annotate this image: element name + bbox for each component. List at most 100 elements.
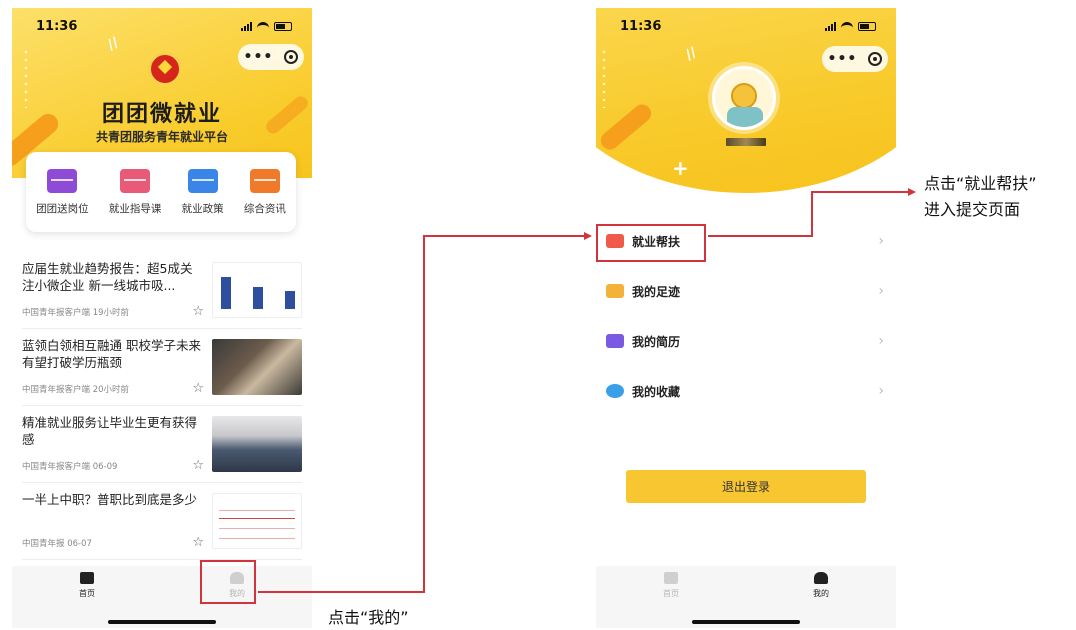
quick-link-courses[interactable]: 就业指导课 [108,168,162,216]
quick-link-news[interactable]: 综合资讯 [243,168,286,216]
favorite-star-icon [606,384,624,398]
youth-league-emblem-icon [148,52,182,86]
news-meta: 中国青年报 06-07 ☆ [22,536,204,549]
briefcase-icon [47,168,78,193]
quick-link-label: 就业指导课 [108,202,162,215]
menu-item-resume[interactable]: 我的简历 › [596,316,896,366]
thumb-bar [285,291,295,309]
thumb-bar [253,287,263,309]
menu-item-employment-help[interactable]: 就业帮扶 › [596,216,896,266]
avatar-body [727,107,763,127]
decor-dots [600,48,608,108]
close-miniprogram-icon[interactable] [284,50,299,64]
status-bar: 11:36 [12,8,312,44]
quick-links-card: 团团送岗位 就业指导课 就业政策 综合资讯 [26,152,296,232]
news-text: 精准就业服务让毕业生更有获得感 中国青年报客户端 06-09 ☆ [22,414,204,482]
news-title: 蓝领白领相互融通 职校学子未来有望打破学历瓶颈 [22,338,201,370]
news-thumbnail-table [212,493,302,549]
battery-icon [274,21,292,31]
menu-label: 我的简历 [632,334,681,349]
news-text: 一半上中职？普职比到底是多少 中国青年报 06-07 ☆ [22,491,204,559]
favorite-star-icon[interactable]: ☆ [192,382,204,395]
news-item[interactable]: 一半上中职？普职比到底是多少 中国青年报 06-07 ☆ [22,483,302,560]
chevron-right-icon: › [878,283,884,299]
quick-link-label: 团团送岗位 [36,202,89,215]
annotation-enter-submit: 进入提交页面 [924,200,1021,219]
home-screen: // 团团微就业 共青团服务青年就业平台 11:36 ••• 团团送岗位 就业指… [12,8,312,628]
profile-menu: 就业帮扶 › 我的足迹 › 我的简历 › 我的收藏 › [596,216,896,416]
home-briefcase-icon [80,572,94,584]
news-text: 蓝领白领相互融通 职校学子未来有望打破学历瓶颈 中国青年报客户端 20小时前 ☆ [22,337,204,405]
book-icon [120,168,151,193]
footprint-icon [606,284,624,298]
thumb-line [219,538,295,539]
home-briefcase-icon [664,572,678,584]
wifi-icon [841,21,853,31]
thumb-bar [221,277,231,309]
chevron-right-icon: › [878,383,884,399]
battery-icon [858,21,876,31]
quick-link-policy[interactable]: 就业政策 [181,168,224,216]
decor-plus-icon: + [672,156,689,180]
tutorial-stage: // 团团微就业 共青团服务青年就业平台 11:36 ••• 团团送岗位 就业指… [0,0,1076,630]
decor-slash: // [682,44,700,64]
tab-bar: 首页 我的 [12,566,312,628]
news-source: 中国青年报 06-07 [22,538,92,549]
tab-label: 首页 [79,589,95,598]
miniprogram-capsule: ••• [822,46,888,72]
annotation-click-me: 点击“我的” [328,608,409,627]
favorite-star-icon[interactable]: ☆ [192,536,204,549]
status-time: 11:36 [620,18,662,34]
news-source: 中国青年报客户端 20小时前 [22,384,130,395]
wifi-icon [257,21,269,31]
thumb-line [219,528,295,529]
menu-item-footprints[interactable]: 我的足迹 › [596,266,896,316]
quick-link-jobs[interactable]: 团团送岗位 [36,168,89,216]
more-options-icon[interactable]: ••• [828,52,858,66]
status-bar: 11:36 [596,8,896,44]
tab-label: 我的 [813,589,829,598]
close-miniprogram-icon[interactable] [868,52,883,66]
news-meta: 中国青年报客户端 20小时前 ☆ [22,382,204,395]
more-options-icon[interactable]: ••• [244,50,274,64]
news-title: 精准就业服务让毕业生更有获得感 [22,415,198,447]
logout-button[interactable]: 退出登录 [626,470,866,503]
news-item[interactable]: 应届生就业趋势报告：超5成关注小微企业 新一线城市吸... 中国青年报客户端 1… [22,252,302,329]
tab-me[interactable]: 我的 [791,572,851,608]
favorite-star-icon[interactable]: ☆ [192,305,204,318]
home-indicator [692,620,800,624]
news-text: 应届生就业趋势报告：超5成关注小微企业 新一线城市吸... 中国青年报客户端 1… [22,260,204,328]
decor-stroke [597,100,655,154]
miniprogram-capsule: ••• [238,44,304,70]
news-icon [249,168,280,193]
news-item[interactable]: 蓝领白领相互融通 职校学子未来有望打破学历瓶颈 中国青年报客户端 20小时前 ☆ [22,329,302,406]
thumb-line [219,518,295,519]
tab-home[interactable]: 首页 [641,572,701,608]
tab-label: 首页 [663,589,679,598]
status-icons [825,21,876,31]
news-source: 中国青年报客户端 19小时前 [22,307,130,318]
app-title: 团团微就业 [101,102,222,127]
policy-icon [187,168,218,193]
username-redacted [726,138,766,146]
tab-home[interactable]: 首页 [57,572,117,608]
signal-icon [241,21,252,31]
status-time: 11:36 [36,18,78,34]
quick-link-label: 就业政策 [181,202,224,215]
news-thumbnail-chart [212,262,302,318]
quick-link-label: 综合资讯 [243,202,286,215]
resume-icon [606,334,624,348]
news-thumbnail-photo [212,416,302,472]
avatar-face [731,83,757,109]
news-item[interactable]: 精准就业服务让毕业生更有获得感 中国青年报客户端 06-09 ☆ [22,406,302,483]
news-title: 应届生就业趋势报告：超5成关注小微企业 新一线城市吸... [22,261,193,293]
avatar[interactable] [712,66,776,130]
favorite-star-icon[interactable]: ☆ [192,459,204,472]
news-source: 中国青年报客户端 06-09 [22,461,118,472]
menu-label: 我的足迹 [632,284,681,299]
news-title: 一半上中职？普职比到底是多少 [22,492,198,507]
menu-item-favorites[interactable]: 我的收藏 › [596,366,896,416]
highlight-box-me-tab [200,560,256,604]
news-list: 应届生就业趋势报告：超5成关注小微企业 新一线城市吸... 中国青年报客户端 1… [22,252,302,560]
news-thumbnail-photo [212,339,302,395]
